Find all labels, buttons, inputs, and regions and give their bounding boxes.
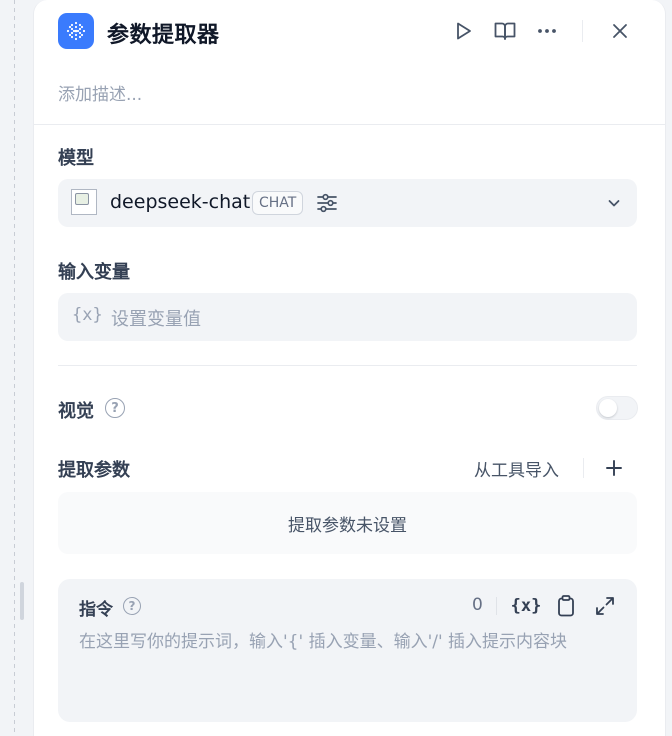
input-variable-picker[interactable]: {x} 设置变量值 bbox=[58, 293, 637, 341]
model-selector[interactable]: deepseek-chat CHAT bbox=[58, 179, 637, 227]
toggle-knob bbox=[599, 399, 617, 417]
close-panel-button[interactable] bbox=[606, 17, 634, 45]
model-section-label: 模型 bbox=[58, 148, 94, 169]
vision-toggle[interactable] bbox=[596, 396, 638, 420]
chevron-down-icon bbox=[608, 200, 620, 207]
instruction-char-count: 0 bbox=[472, 595, 483, 615]
workflow-canvas-edge bbox=[666, 0, 672, 736]
run-node-button[interactable] bbox=[449, 17, 477, 45]
plus-icon bbox=[606, 460, 622, 476]
clipboard-icon bbox=[558, 595, 574, 617]
expand-editor-button[interactable] bbox=[592, 593, 618, 619]
docs-button[interactable] bbox=[491, 17, 519, 45]
model-provider-icon bbox=[71, 189, 97, 215]
input-variable-placeholder: 设置变量值 bbox=[111, 309, 201, 330]
vision-help-icon[interactable]: ? bbox=[105, 398, 125, 418]
sliders-icon bbox=[317, 193, 337, 213]
model-dropdown-toggle[interactable] bbox=[604, 193, 624, 213]
model-parameters-button[interactable] bbox=[315, 191, 339, 215]
import-from-tool-button[interactable]: 从工具导入 bbox=[474, 456, 559, 481]
instruction-placeholder: 在这里写你的提示词，输入'{' 插入变量、输入'/' 插入提示内容块 bbox=[79, 632, 568, 652]
more-horizontal-icon bbox=[538, 29, 556, 33]
model-mode-badge: CHAT bbox=[252, 191, 304, 215]
insert-variable-button[interactable]: {x} bbox=[510, 593, 542, 619]
instruction-editor[interactable]: 指令 ? 0 {x} 在这里写你的提示词，输入'{' 插入变量、输入'/' 插入… bbox=[58, 579, 637, 722]
more-options-button[interactable] bbox=[533, 17, 561, 45]
import-divider bbox=[583, 458, 584, 478]
book-open-icon bbox=[494, 22, 516, 40]
parameter-extractor-icon bbox=[58, 13, 94, 49]
input-variable-label: 输入变量 bbox=[58, 262, 130, 283]
add-parameter-button[interactable] bbox=[601, 455, 627, 481]
copy-instruction-button[interactable] bbox=[553, 593, 579, 619]
workflow-canvas bbox=[0, 0, 32, 736]
header-divider bbox=[582, 20, 583, 42]
panel-resize-handle[interactable] bbox=[20, 582, 24, 620]
instruction-label: 指令 bbox=[79, 600, 113, 620]
description-input[interactable]: 添加描述... bbox=[58, 80, 142, 105]
variable-icon: {x} bbox=[510, 596, 542, 616]
extract-params-empty-state: 提取参数未设置 bbox=[58, 492, 637, 554]
play-icon bbox=[457, 22, 471, 40]
close-icon bbox=[613, 24, 627, 38]
instruction-help-icon[interactable]: ? bbox=[123, 597, 141, 615]
node-title[interactable]: 参数提取器 bbox=[107, 17, 220, 49]
section-divider bbox=[58, 365, 637, 366]
extract-params-empty-text: 提取参数未设置 bbox=[288, 515, 407, 536]
header-bottom-divider bbox=[34, 124, 665, 125]
instruction-toolbar-divider bbox=[496, 597, 497, 615]
node-settings-panel: 参数提取器 添加描述... 模型 deepseek-chat CHAT 输入变量… bbox=[33, 0, 666, 736]
vision-label: 视觉 bbox=[58, 401, 94, 422]
extract-params-label: 提取参数 bbox=[58, 460, 130, 481]
model-name: deepseek-chat bbox=[110, 191, 251, 213]
variable-icon: {x} bbox=[72, 305, 103, 325]
expand-icon bbox=[596, 597, 614, 615]
panel-header: 参数提取器 bbox=[34, 0, 665, 62]
